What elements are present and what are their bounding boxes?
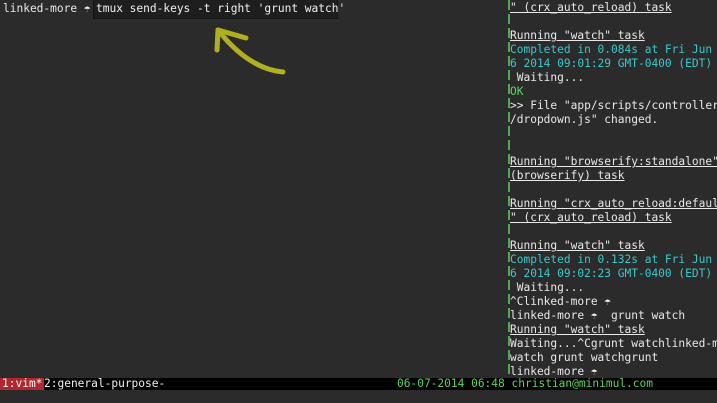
output-line-text: Running "watch" task <box>510 239 645 252</box>
output-line: 6 2014 09:02:23 GMT-0400 (EDT) - <box>510 267 717 281</box>
output-line: ^Clinked-more ☂ <box>510 295 611 309</box>
status-user-host: christian@minimul.com <box>511 377 653 390</box>
output-line: watch grunt watchgrunt <box>510 351 658 365</box>
output-line: OK <box>510 85 523 99</box>
output-line: Running "crx_auto_reload:default <box>510 197 717 211</box>
output-line: linked-more ☂ grunt watch <box>510 309 685 323</box>
output-line: 6 2014 09:01:29 GMT-0400 (EDT) - <box>510 57 717 71</box>
output-line-text: OK <box>510 85 524 98</box>
output-line-text: Running "browserify:standalone" <box>510 155 717 168</box>
output-line-text: " (crx_auto_reload) task <box>510 1 672 14</box>
output-line-text: Waiting...^Cgrunt watchlinked-mo <box>510 337 717 350</box>
output-line: Running "watch" task <box>510 239 645 253</box>
output-line-text: Running "crx_auto_reload:default <box>510 197 717 210</box>
output-line: Running "browserify:standalone" <box>510 155 717 169</box>
output-line: Completed in 0.132s at Fri Jun 0 <box>510 253 717 267</box>
output-line: Waiting... <box>510 71 584 85</box>
output-line: Running "watch" task <box>510 29 645 43</box>
output-line-text: Running "watch" task <box>510 29 645 42</box>
tmux-status-bar: 1:vim* 2:general-purpose- 06-07-2014 06:… <box>0 378 717 390</box>
output-line: Running "watch" task <box>510 323 645 337</box>
output-line-text: >> File "app/scripts/controllers <box>510 99 717 112</box>
output-line-text: (browserify) task <box>510 169 625 182</box>
window-tab-general-purpose[interactable]: 2:general-purpose- <box>44 378 165 390</box>
output-line-text: 6 2014 09:01:29 GMT-0400 (EDT) - <box>510 57 717 70</box>
output-line: >> File "app/scripts/controllers <box>510 99 717 113</box>
output-line-text: ^Clinked-more ☂ <box>510 295 612 308</box>
output-line: " (crx_auto_reload) task <box>510 211 672 225</box>
status-datetime-user: 06-07-2014 06:48 christian@minimul.com <box>397 378 653 390</box>
right-pane-grunt-output[interactable]: " (crx_auto_reload) task Running "watch" … <box>510 0 717 378</box>
output-line-text: Waiting... <box>510 71 585 84</box>
output-line: Completed in 0.084s at Fri Jun 0 <box>510 43 717 57</box>
output-line-text: Completed in 0.084s at Fri Jun 0 <box>510 43 717 56</box>
output-line: /dropdown.js" changed. <box>510 113 658 127</box>
output-line-text: Running "watch" task <box>510 323 645 336</box>
output-line-text: linked-more ☂ grunt watch <box>510 309 686 322</box>
output-line: Waiting...^Cgrunt watchlinked-mo <box>510 337 717 351</box>
status-datetime: 06-07-2014 06:48 <box>397 377 505 390</box>
output-line-text: /dropdown.js" changed. <box>510 113 659 126</box>
output-line-text: Completed in 0.132s at Fri Jun 0 <box>510 253 717 266</box>
left-pane[interactable]: linked-more ☂ tmux send-keys -t right 'g… <box>0 0 508 378</box>
output-line-text: " (crx_auto_reload) task <box>510 211 672 224</box>
output-line: Waiting... <box>510 281 584 295</box>
output-line-text: watch grunt watchgrunt <box>510 351 659 364</box>
window-tab-vim[interactable]: 1:vim* <box>0 378 45 390</box>
output-line: " (crx_auto_reload) task <box>510 1 672 15</box>
output-line: (browserify) task <box>510 169 625 183</box>
annotation-arrow-icon <box>214 27 286 75</box>
terminal-window[interactable]: linked-more ☂ tmux send-keys -t right 'g… <box>0 0 717 378</box>
output-line-text: 6 2014 09:02:23 GMT-0400 (EDT) - <box>510 267 717 280</box>
output-line-text: Waiting... <box>510 281 585 294</box>
